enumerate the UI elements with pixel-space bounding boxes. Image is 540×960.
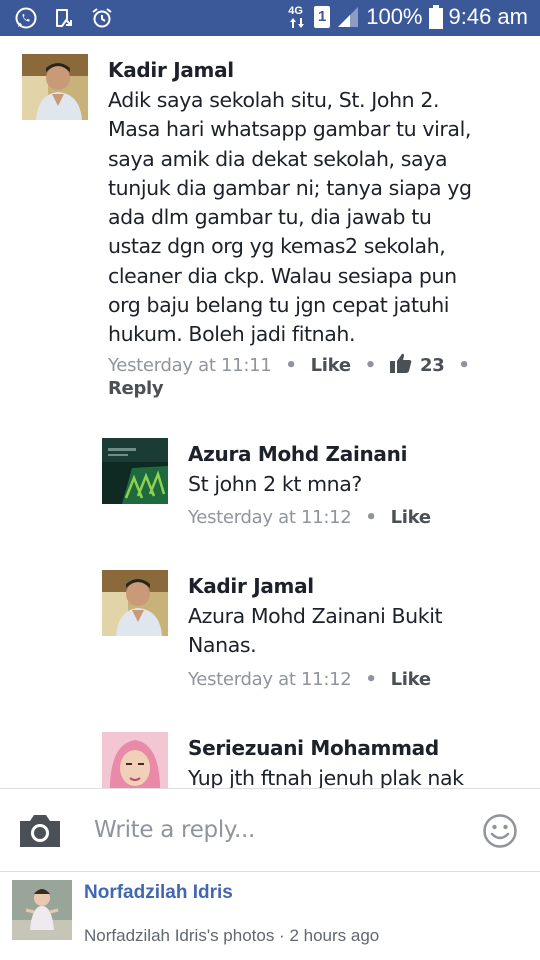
separator-dot: • — [364, 355, 377, 376]
comment-text-line: Azura Mohd Zainani Bukit — [188, 604, 443, 628]
status-bar-right: 4G 1 100% 9:46 am — [288, 4, 528, 30]
battery-icon — [428, 5, 443, 29]
comment-text-line: Adik saya sekolah situ, St. John 2. — [108, 88, 440, 112]
comment-text-line: Masa hari whatsapp gambar tu viral, — [108, 117, 471, 142]
notification-name[interactable]: Norfadzilah Idris — [84, 882, 233, 904]
comment-text-line: ustaz dgn org yg kemas2 sekolah, — [108, 234, 446, 259]
comment-author[interactable]: Kadir Jamal — [188, 574, 314, 598]
like-button[interactable]: Like — [311, 355, 351, 376]
person-photo — [22, 54, 88, 120]
comment-timestamp[interactable]: Yesterday at 11:11 — [108, 355, 272, 376]
comment-meta-reply: Reply — [108, 377, 164, 401]
comment-text-line: org baju belang tu jgn cepat jatuhi — [108, 293, 450, 318]
comment-text-line: ada dlm gambar tu, dia jawab tu — [108, 205, 432, 230]
status-bar-left — [14, 6, 114, 30]
comment-text-line: Yup jth ftnah jenuh plak nak — [188, 766, 464, 788]
smiley-icon[interactable] — [482, 813, 518, 849]
comment-text-line: cleaner dia ckp. Walau sesiapa pun — [108, 263, 457, 288]
sim-indicator: 1 — [314, 6, 331, 28]
network-indicator: 4G — [288, 4, 308, 30]
comment-text: Adik saya sekolah situ, St. John 2. Masa… — [108, 86, 528, 350]
network-label: 4G — [288, 5, 303, 17]
person-photo — [102, 570, 168, 636]
status-bar: 4G 1 100% 9:46 am — [0, 0, 540, 36]
reply-comment: Kadir Jamal Azura Mohd Zainani Bukit Nan… — [0, 562, 540, 702]
comment-meta: Yesterday at 11:12 • Like — [188, 506, 431, 530]
reply-composer: Write a reply... — [0, 788, 540, 872]
comment-timestamp[interactable]: Yesterday at 11:12 — [188, 507, 352, 528]
separator-dot: • — [365, 669, 377, 690]
comment-text: Yup jth ftnah jenuh plak nak — [188, 764, 528, 788]
reply-input[interactable]: Write a reply... — [94, 817, 255, 843]
comment-author[interactable]: Seriezuani Mohammad — [188, 736, 439, 760]
comment: Kadir Jamal Adik saya sekolah situ, St. … — [0, 36, 540, 416]
comment-text-line: tunjuk dia gambar ni; tanya siapa yg — [108, 175, 472, 200]
comment-timestamp[interactable]: Yesterday at 11:12 — [188, 669, 352, 690]
separator-dot: • — [285, 355, 297, 376]
avatar[interactable] — [102, 570, 168, 636]
comment-text: Azura Mohd Zainani Bukit Nanas. — [188, 602, 528, 661]
comment-author[interactable]: Azura Mohd Zainani — [188, 442, 407, 466]
comment-text: St john 2 kt mna? — [188, 470, 528, 499]
alarm-icon — [92, 8, 112, 28]
reply-button[interactable]: Reply — [108, 378, 164, 399]
comment-meta: Yesterday at 11:12 • Like — [188, 668, 431, 692]
clock: 9:46 am — [448, 4, 529, 29]
like-button[interactable]: Like — [391, 669, 431, 690]
green-pattern-photo — [102, 438, 168, 504]
comment-author[interactable]: Kadir Jamal — [108, 58, 234, 82]
comment-text-line: hukum. Boleh jadi fitnah. — [108, 322, 356, 347]
separator-dot: • — [458, 355, 470, 376]
reply-comment: Seriezuani Mohammad Yup jth ftnah jenuh … — [0, 724, 540, 788]
child-photo — [12, 880, 72, 940]
signal-icon — [338, 7, 359, 27]
avatar[interactable] — [22, 54, 88, 120]
notification-avatar[interactable] — [12, 880, 72, 940]
thumbs-up-icon[interactable] — [389, 353, 412, 373]
notification-subtitle[interactable]: Norfadzilah Idris's photos · 2 hours ago — [84, 926, 379, 946]
avatar[interactable] — [102, 438, 168, 504]
avatar[interactable] — [102, 732, 168, 788]
like-button[interactable]: Like — [391, 507, 431, 528]
data-arrows-icon — [290, 18, 305, 28]
hijab-woman-photo — [102, 732, 168, 788]
camera-icon[interactable] — [18, 813, 62, 849]
separator-dot: • — [365, 507, 377, 528]
comment-text-line: St john 2 kt mna? — [188, 472, 362, 496]
reply-comment: Azura Mohd Zainani St john 2 kt mna? Yes… — [0, 430, 540, 540]
comment-text-line: saya amik dia dekat sekolah, saya — [108, 146, 448, 171]
like-count[interactable]: 23 — [420, 355, 445, 376]
battery-percent: 100% — [366, 4, 423, 29]
comment-meta: Yesterday at 11:11 • Like • 23 • — [108, 353, 484, 378]
notification-icon — [56, 9, 72, 27]
whatsapp-icon — [15, 7, 37, 29]
comment-text-line: Nanas. — [188, 633, 257, 658]
